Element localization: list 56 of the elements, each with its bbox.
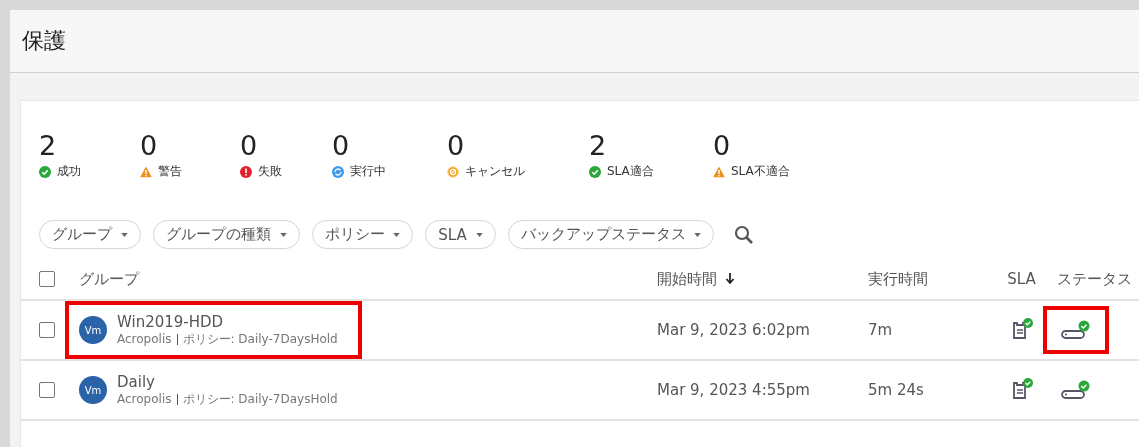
- success-icon: [39, 165, 51, 178]
- cancel-icon: [447, 165, 459, 178]
- stat-count: 0: [140, 131, 159, 161]
- policy-label: ポリシー: Daily-7DaysHold: [182, 331, 338, 347]
- select-all-checkbox[interactable]: [39, 271, 55, 287]
- group-name[interactable]: Win2019-HDD: [117, 313, 338, 331]
- caret-icon: [279, 232, 287, 237]
- stat-label: SLA不適合: [731, 163, 790, 180]
- source-label: Acropolis: [117, 331, 172, 347]
- filter-dropdown[interactable]: SLA: [425, 220, 496, 249]
- vm-avatar: Vm: [79, 376, 107, 404]
- stat-count: 0: [713, 131, 732, 161]
- column-header: SLA: [1007, 270, 1036, 288]
- filter-dropdown[interactable]: ポリシー: [311, 220, 414, 249]
- stat-count: 0: [447, 131, 466, 161]
- success-icon: [589, 165, 601, 178]
- sort-down-icon[interactable]: [725, 273, 735, 285]
- stat-count: 2: [39, 131, 58, 161]
- disk-check-icon: [1061, 320, 1091, 340]
- warning-icon: [140, 165, 152, 178]
- stat-label: SLA適合: [607, 163, 654, 180]
- policy-label: ポリシー: Daily-7DaysHold: [182, 391, 338, 407]
- filter-dropdown[interactable]: バックアップステータス: [507, 220, 715, 249]
- caret-icon: [475, 233, 483, 237]
- stat-label: 失敗: [258, 163, 282, 180]
- filter-dropdown[interactable]: グループ: [39, 220, 141, 249]
- stat-label: 成功: [57, 163, 81, 180]
- caret-icon: [694, 232, 702, 237]
- stat-count: 0: [332, 131, 351, 161]
- stat-label: 実行中: [350, 163, 386, 180]
- duration: 7m: [868, 321, 893, 339]
- caret-icon: [120, 232, 128, 237]
- row-checkbox[interactable]: [39, 322, 55, 338]
- duration: 5m 24s: [868, 381, 924, 399]
- search-icon[interactable]: [734, 224, 755, 245]
- stat-count: 0: [240, 131, 259, 161]
- vm-avatar: Vm: [79, 316, 107, 344]
- column-header: グループ: [79, 269, 139, 288]
- group-name[interactable]: Daily: [117, 373, 338, 391]
- warning-icon: [713, 165, 725, 178]
- disk-check-icon: [1061, 380, 1091, 400]
- start-time: Mar 9, 2023 4:55pm: [657, 381, 810, 399]
- column-header: 実行時間: [868, 269, 928, 288]
- page-title: 保護: [22, 27, 66, 55]
- column-header[interactable]: 開始時間: [657, 269, 717, 289]
- stat-count: 2: [589, 131, 608, 161]
- caret-icon: [393, 232, 401, 237]
- start-time: Mar 9, 2023 6:02pm: [657, 321, 810, 339]
- stat-label: 警告: [158, 163, 182, 180]
- source-label: Acropolis: [117, 391, 172, 407]
- stat-label: キャンセル: [465, 163, 525, 180]
- column-header: ステータス: [1057, 269, 1132, 288]
- filter-dropdown[interactable]: グループの種類: [152, 220, 300, 249]
- row-checkbox[interactable]: [39, 382, 55, 398]
- running-icon: [332, 165, 344, 178]
- error-icon: [240, 165, 252, 178]
